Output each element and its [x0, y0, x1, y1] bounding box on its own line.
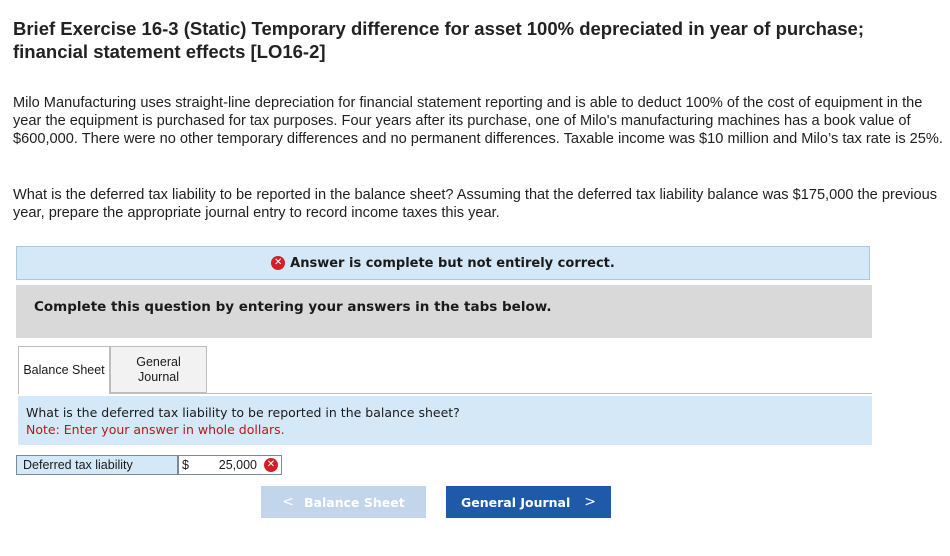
chevron-right-icon: > [584, 494, 596, 510]
tab-balance-sheet[interactable]: Balance Sheet [18, 346, 110, 394]
x-circle-icon: ✕ [264, 458, 278, 472]
next-tab-label: General Journal [460, 494, 571, 510]
question-box: What is the deferred tax liability to be… [18, 396, 872, 445]
deferred-tax-liability-label: Deferred tax liability [16, 455, 178, 475]
previous-tab-button[interactable]: < Balance Sheet [261, 486, 426, 518]
previous-tab-label: Balance Sheet [304, 494, 405, 510]
question-note: Note: Enter your answer in whole dollars… [26, 422, 285, 437]
problem-paragraph: Milo Manufacturing uses straight-line de… [13, 95, 943, 147]
tab-general-journal[interactable]: General Journal [110, 346, 207, 393]
next-tab-button[interactable]: General Journal > [446, 486, 611, 518]
answer-value: 25,000 [218, 458, 257, 472]
question-text: What is the deferred tax liability to be… [26, 405, 460, 420]
deferred-tax-liability-input[interactable]: $ 25,000 ✕ [178, 455, 282, 475]
instructions-text: Complete this question by entering your … [34, 299, 552, 315]
currency-symbol: $ [182, 458, 189, 472]
instructions-box: Complete this question by entering your … [16, 285, 872, 338]
exercise-title: Brief Exercise 16-3 (Static) Temporary d… [13, 18, 864, 62]
answer-status-banner: ✕ Answer is complete but not entirely co… [16, 246, 870, 280]
x-circle-icon: ✕ [271, 256, 286, 270]
tab-label: General Journal [136, 354, 181, 384]
tab-divider [18, 393, 872, 394]
question-paragraph: What is the deferred tax liability to be… [13, 187, 938, 221]
tab-label: Balance Sheet [23, 363, 105, 377]
answer-status-text: Answer is complete but not entirely corr… [290, 255, 615, 271]
chevron-left-icon: < [282, 494, 295, 510]
